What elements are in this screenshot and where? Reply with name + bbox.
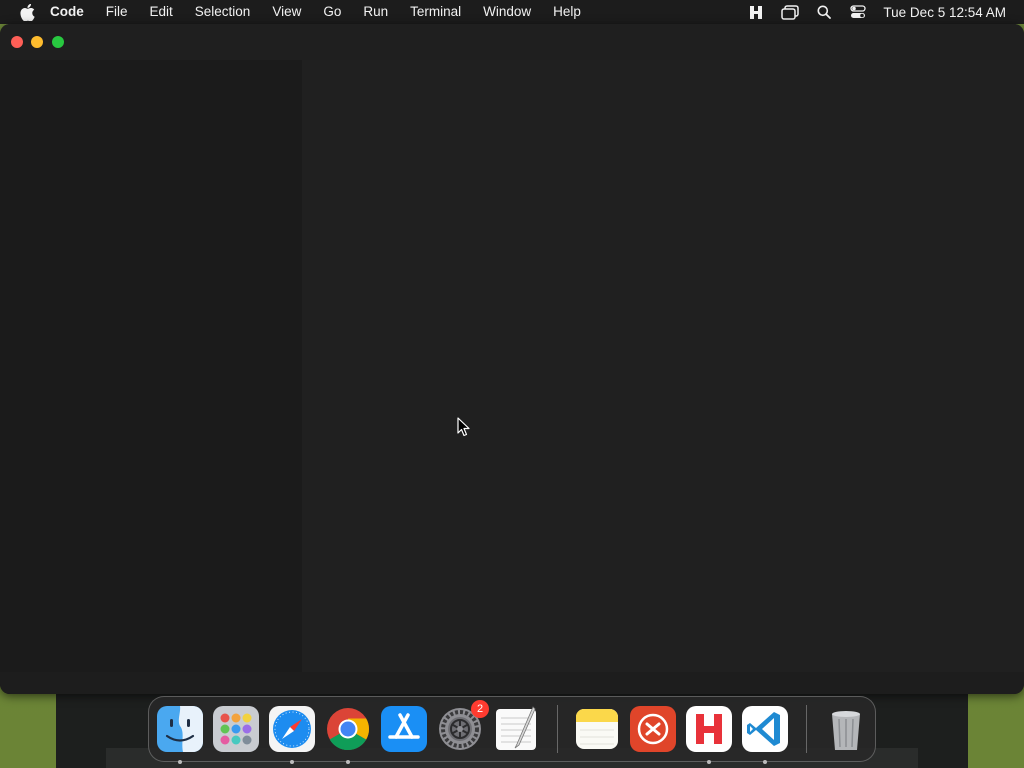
window-title-bar[interactable] <box>0 24 1024 60</box>
window-minimize-button[interactable] <box>31 36 43 48</box>
dock-separator <box>806 705 807 753</box>
menu-bar-clock[interactable]: Tue Dec 5 12:54 AM <box>883 5 1006 20</box>
vscode-icon <box>742 706 788 752</box>
dock-running-indicator <box>763 760 767 764</box>
window-close-button[interactable] <box>11 36 23 48</box>
menu-app-name[interactable]: Code <box>50 0 84 24</box>
dock-app-store[interactable] <box>381 706 427 752</box>
safari-icon <box>269 706 315 752</box>
heyday-h-icon[interactable] <box>747 3 765 21</box>
menu-edit[interactable]: Edit <box>150 0 173 24</box>
menu-run[interactable]: Run <box>363 0 388 24</box>
dock-remote-desktop[interactable] <box>630 706 676 752</box>
menu-bar-status-area: Tue Dec 5 12:54 AM <box>747 0 1024 24</box>
finder-icon <box>157 706 203 752</box>
window-maximize-button[interactable] <box>52 36 64 48</box>
vscode-window <box>0 24 1024 694</box>
menu-go[interactable]: Go <box>323 0 341 24</box>
dock-system-settings[interactable]: 2 <box>437 700 489 752</box>
spotlight-search-icon[interactable] <box>815 3 833 21</box>
notification-badge: 2 <box>471 700 489 718</box>
remote-desktop-icon <box>630 706 676 752</box>
dock-finder[interactable] <box>157 706 203 764</box>
control-center-icon[interactable] <box>849 3 867 21</box>
menu-view[interactable]: View <box>272 0 301 24</box>
dock-trash[interactable] <box>823 706 869 752</box>
mouse-cursor-icon <box>457 417 471 437</box>
dock-separator <box>557 705 558 753</box>
dock-launchpad[interactable] <box>213 706 259 752</box>
window-switcher-icon[interactable] <box>781 3 800 21</box>
launchpad-icon <box>213 706 259 752</box>
dock-running-indicator <box>178 760 182 764</box>
textedit-icon <box>496 706 536 750</box>
sidebar-panel[interactable] <box>0 60 302 694</box>
menu-window[interactable]: Window <box>483 0 531 24</box>
app-store-icon <box>381 706 427 752</box>
heyday-icon <box>686 706 732 752</box>
dock-heyday[interactable] <box>686 706 732 764</box>
dock-chrome[interactable] <box>325 706 371 764</box>
menu-file[interactable]: File <box>106 0 128 24</box>
dock: 2 <box>148 696 876 764</box>
menu-bar: Code File Edit Selection View Go Run Ter… <box>0 0 1024 24</box>
chrome-icon <box>327 708 370 751</box>
dock-running-indicator <box>346 760 350 764</box>
editor-area[interactable] <box>302 60 1024 672</box>
status-bar <box>0 672 1024 694</box>
apple-logo-icon[interactable] <box>18 3 36 21</box>
dock-running-indicator <box>707 760 711 764</box>
dock-notes[interactable] <box>574 706 620 752</box>
dock-textedit[interactable] <box>493 706 539 752</box>
menu-selection[interactable]: Selection <box>195 0 251 24</box>
dock-vscode[interactable] <box>742 706 788 764</box>
notes-icon <box>576 708 618 749</box>
trash-icon <box>832 711 860 750</box>
menu-help[interactable]: Help <box>553 0 581 24</box>
menu-terminal[interactable]: Terminal <box>410 0 461 24</box>
dock-safari[interactable] <box>269 706 315 764</box>
dock-running-indicator <box>290 760 294 764</box>
